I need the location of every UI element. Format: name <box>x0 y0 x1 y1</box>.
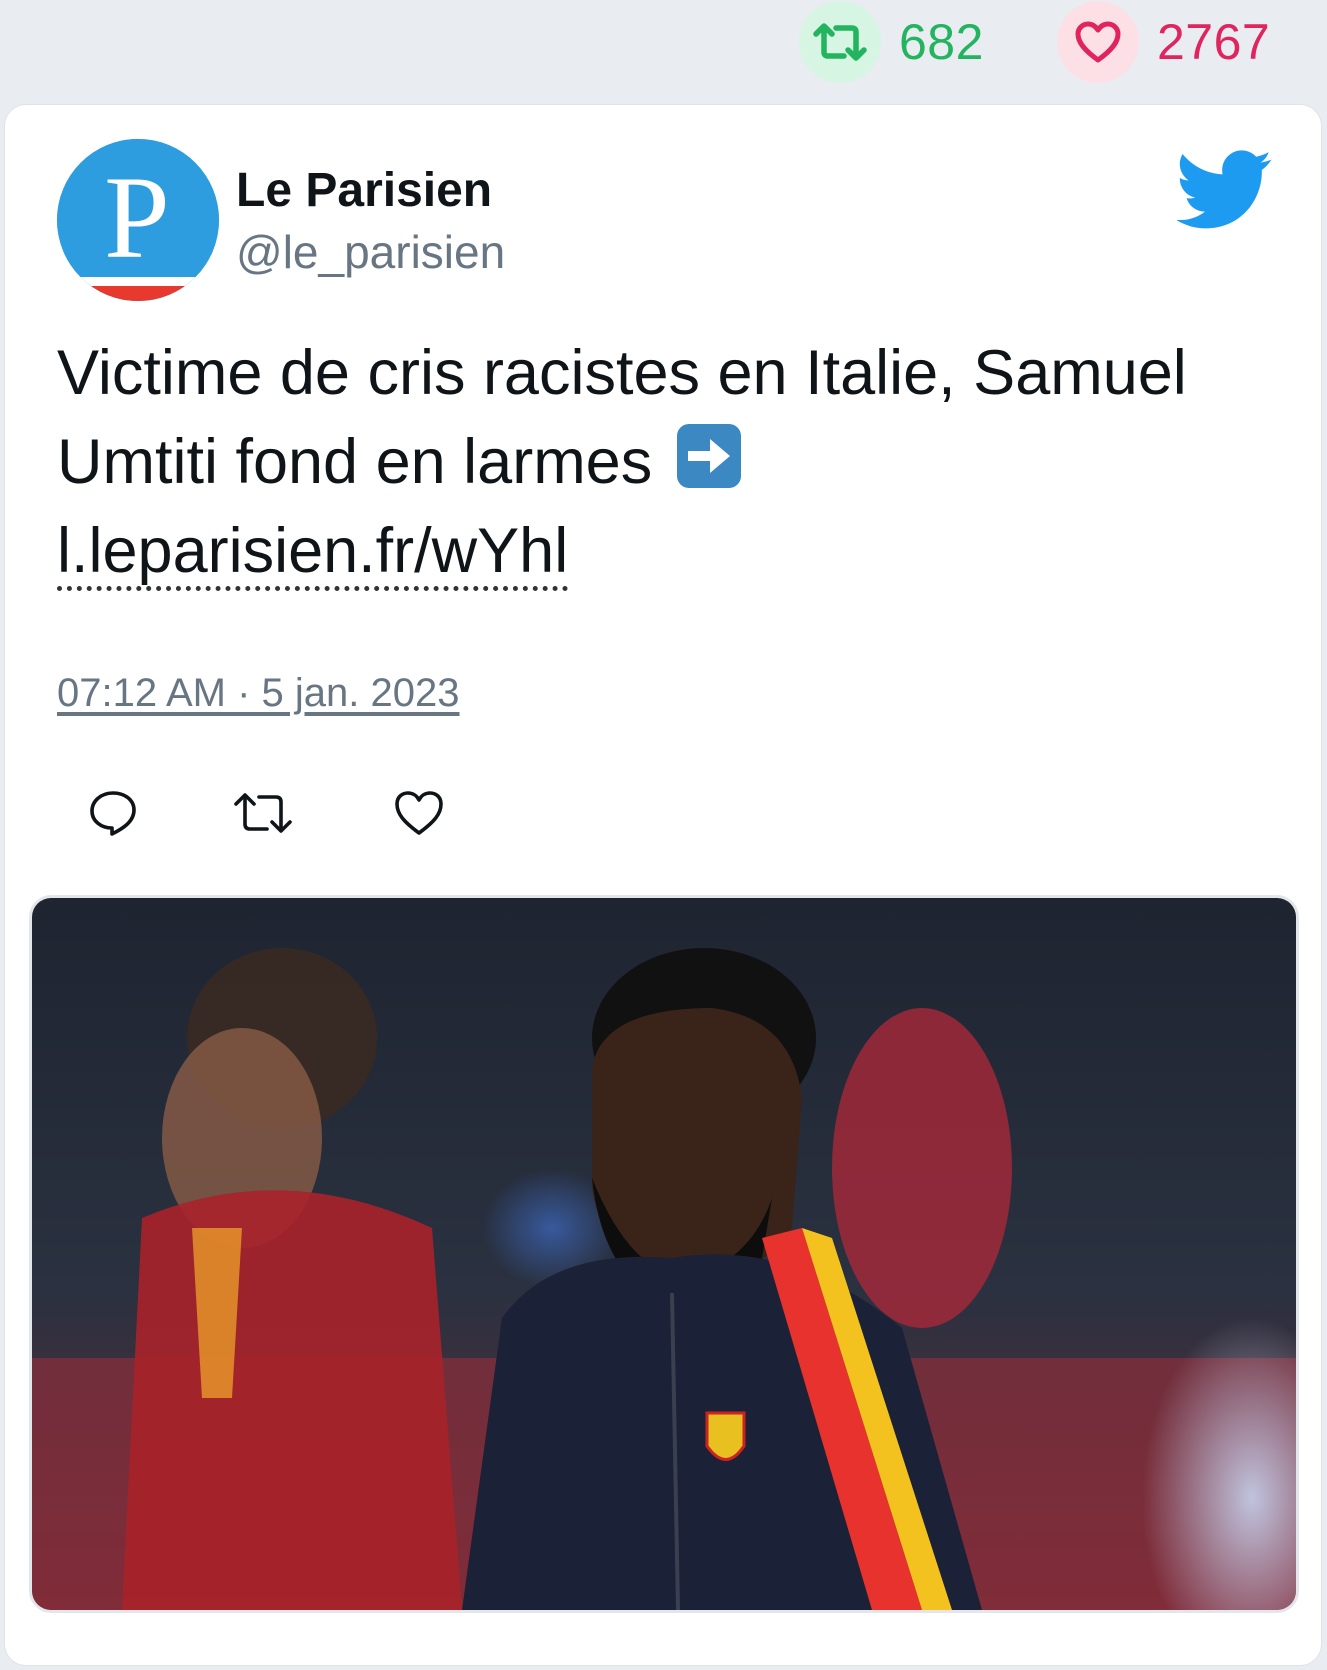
handle[interactable]: @le_parisien <box>236 225 505 279</box>
tweet-link[interactable]: l.leparisien.fr/wYhl <box>57 516 569 591</box>
stats-bar: 682 2767 <box>0 0 1327 100</box>
tweet-text: Victime de cris racistes en Italie, Samu… <box>57 329 1287 596</box>
tweet-body: Victime de cris racistes en Italie, Samu… <box>57 338 1187 497</box>
reply-button[interactable] <box>73 773 153 853</box>
like-button[interactable] <box>379 773 459 853</box>
tweet-timestamp[interactable]: 07:12 AM · 5 jan. 2023 <box>57 671 460 716</box>
heart-icon <box>1057 1 1139 83</box>
twitter-bird-icon[interactable] <box>1175 149 1273 231</box>
retweet-icon <box>234 793 292 833</box>
display-name[interactable]: Le Parisien <box>236 163 492 218</box>
heart-icon <box>395 791 443 835</box>
avatar-letter: P <box>104 152 170 283</box>
retweet-stat[interactable]: 682 <box>799 1 984 83</box>
reply-icon <box>90 791 136 836</box>
retweet-icon <box>799 1 881 83</box>
like-count: 2767 <box>1157 14 1271 70</box>
tweet-card[interactable]: P Le Parisien @le_parisien Victime de cr… <box>4 104 1322 1666</box>
football-player-photo <box>32 898 1296 1610</box>
tweet-media-photo[interactable] <box>29 895 1299 1613</box>
arrow-right-emoji <box>676 423 742 489</box>
avatar[interactable]: P <box>57 139 219 301</box>
retweet-button[interactable] <box>223 773 303 853</box>
retweet-count: 682 <box>899 14 984 70</box>
like-stat[interactable]: 2767 <box>1057 1 1271 83</box>
